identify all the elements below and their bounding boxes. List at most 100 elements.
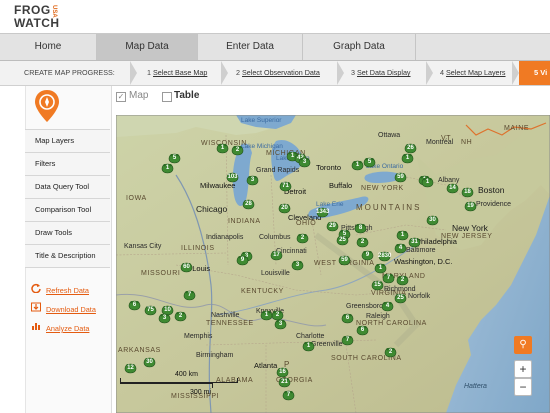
analyze-data-link[interactable]: Analyze Data — [31, 321, 89, 333]
frog-marker[interactable]: 59 — [394, 172, 407, 183]
frog-marker[interactable]: 6 — [356, 325, 369, 336]
main-nav: Home Map Data Enter Data Graph Data — [0, 33, 550, 61]
map-checkbox[interactable]: ✓ — [116, 92, 126, 102]
frog-marker[interactable]: 71 — [279, 181, 292, 192]
frog-marker[interactable]: 60 — [180, 262, 193, 273]
frog-marker[interactable]: 19 — [464, 201, 477, 212]
download-data-link[interactable]: Download Data — [31, 302, 96, 314]
tab-graph-data[interactable]: Graph Data — [303, 34, 415, 60]
table-view-label[interactable]: Table — [174, 90, 199, 101]
frog-marker[interactable]: 9 — [361, 250, 374, 261]
frog-marker[interactable]: 5 — [363, 157, 376, 168]
progress-step-1[interactable]: 1 Select Base Map — [147, 61, 207, 85]
frog-marker[interactable]: 12 — [124, 363, 137, 374]
label-lake-michigan: Lake Michigan — [241, 143, 283, 150]
sidebar-item-data-query-tool[interactable]: Data Query Tool — [25, 176, 110, 199]
frog-marker[interactable]: 17 — [270, 250, 283, 261]
frog-marker[interactable]: 7 — [341, 335, 354, 346]
frog-marker[interactable]: 1 — [302, 341, 315, 352]
scale-km: 400 km — [175, 371, 198, 378]
frog-marker[interactable]: 30 — [143, 357, 156, 368]
frog-marker[interactable]: 3 — [246, 175, 259, 186]
frog-marker[interactable]: 1 — [216, 143, 229, 154]
frog-marker[interactable]: 2 — [174, 311, 187, 322]
sidebar-item-map-layers[interactable]: Map Layers — [25, 129, 110, 153]
progress-step-3[interactable]: 3 Set Data Display — [351, 61, 411, 85]
frog-marker[interactable]: 1 — [401, 153, 414, 164]
frog-marker[interactable]: 7 — [282, 390, 295, 401]
label-buffalo: Buffalo — [329, 181, 353, 190]
frog-marker[interactable]: 2 — [356, 237, 369, 248]
frog-marker[interactable]: 14 — [446, 183, 459, 194]
search-map-button[interactable]: ⚲ — [514, 336, 532, 354]
label-hatteras: Hattera — [464, 383, 487, 390]
progress-step-5[interactable]: 5 Vi — [519, 61, 550, 85]
frog-marker[interactable]: 1 — [260, 310, 273, 321]
frog-marker[interactable]: 31 — [408, 237, 421, 248]
map-canvas[interactable]: Lake Superior Lake Michigan Lake Huron L… — [116, 115, 550, 413]
frog-marker[interactable]: 25 — [394, 293, 407, 304]
label-indianapolis: Indianapolis — [206, 234, 244, 241]
zoom-in-button[interactable]: + — [514, 360, 532, 378]
label-philadelphia: Philadelphia — [416, 237, 457, 246]
label-washington: Washington, D.C. — [394, 257, 453, 266]
frog-marker[interactable]: 21 — [278, 377, 291, 388]
frog-marker[interactable]: 3 — [274, 319, 287, 330]
zoom-out-button[interactable]: − — [514, 378, 532, 396]
refresh-data-link[interactable]: Refresh Data — [31, 283, 89, 295]
frog-marker[interactable]: 1343 — [316, 207, 329, 218]
label-baltimore: Baltimore — [406, 247, 436, 254]
progress-step-4[interactable]: 4 Select Map Layers — [440, 61, 506, 85]
frog-marker[interactable]: 9 — [236, 255, 249, 266]
frog-marker[interactable]: 2 — [231, 145, 244, 156]
frog-marker[interactable]: 2 — [396, 275, 409, 286]
frog-marker[interactable]: 1 — [161, 163, 174, 174]
progress-title: CREATE MAP PROGRESS: — [24, 68, 115, 77]
label-iowa: IOWA — [126, 195, 147, 202]
progress-step-2[interactable]: 2 Select Observation Data — [236, 61, 320, 85]
frog-marker[interactable]: 3 — [291, 260, 304, 271]
sidebar-item-comparison-tool[interactable]: Comparison Tool — [25, 199, 110, 222]
plus-icon: + — [519, 362, 527, 376]
frog-marker[interactable]: 3 — [158, 313, 171, 324]
frog-marker[interactable]: 1 — [421, 177, 434, 188]
frog-marker[interactable]: 8 — [354, 223, 367, 234]
frog-marker[interactable]: 6 — [341, 313, 354, 324]
tab-home[interactable]: Home — [0, 34, 96, 60]
sidebar-item-title-description[interactable]: Title & Description — [25, 245, 110, 268]
frog-marker[interactable]: 3 — [298, 157, 311, 168]
frog-marker[interactable]: 6 — [128, 300, 141, 311]
map-view-label[interactable]: Map — [129, 90, 148, 101]
sidebar-item-filters[interactable]: Filters — [25, 153, 110, 176]
frog-marker[interactable]: 4 — [381, 301, 394, 312]
frog-marker[interactable]: 30 — [426, 215, 439, 226]
frog-marker[interactable]: 2 — [296, 233, 309, 244]
sidebar-item-draw-tools[interactable]: Draw Tools — [25, 222, 110, 245]
label-memphis: Memphis — [184, 333, 213, 340]
frog-marker[interactable]: 2 — [384, 347, 397, 358]
frog-marker[interactable]: 2830 — [378, 251, 391, 262]
label-maine: MAINE — [504, 125, 530, 132]
frog-marker[interactable]: 59 — [338, 255, 351, 266]
frog-marker[interactable]: 4 — [394, 243, 407, 254]
frog-marker[interactable]: 28 — [242, 199, 255, 210]
frog-marker[interactable]: 75 — [144, 305, 157, 316]
frog-marker[interactable]: 25 — [336, 235, 349, 246]
tab-map-data[interactable]: Map Data — [97, 34, 197, 60]
frog-marker[interactable]: 18 — [461, 187, 474, 198]
label-chicago: Chicago — [196, 204, 228, 214]
label-greensboro: Greensboro — [346, 303, 383, 310]
label-illinois: ILLINOIS — [181, 245, 215, 252]
frog-marker[interactable]: 15 — [371, 280, 384, 291]
tab-enter-data[interactable]: Enter Data — [198, 34, 302, 60]
label-richmond: Richmond — [384, 286, 416, 293]
label-tennessee: TENNESSEE — [206, 320, 254, 327]
frog-marker[interactable]: 20 — [278, 203, 291, 214]
table-checkbox[interactable] — [162, 92, 172, 102]
label-columbus: Columbus — [259, 234, 291, 241]
frog-marker[interactable]: 7 — [183, 290, 196, 301]
frogwatch-logo[interactable]: FROG WATCH USA — [14, 3, 59, 31]
label-norfolk: Norfolk — [408, 293, 431, 300]
frog-marker[interactable]: 103 — [226, 172, 239, 183]
header: FROG WATCH USA — [0, 0, 550, 33]
